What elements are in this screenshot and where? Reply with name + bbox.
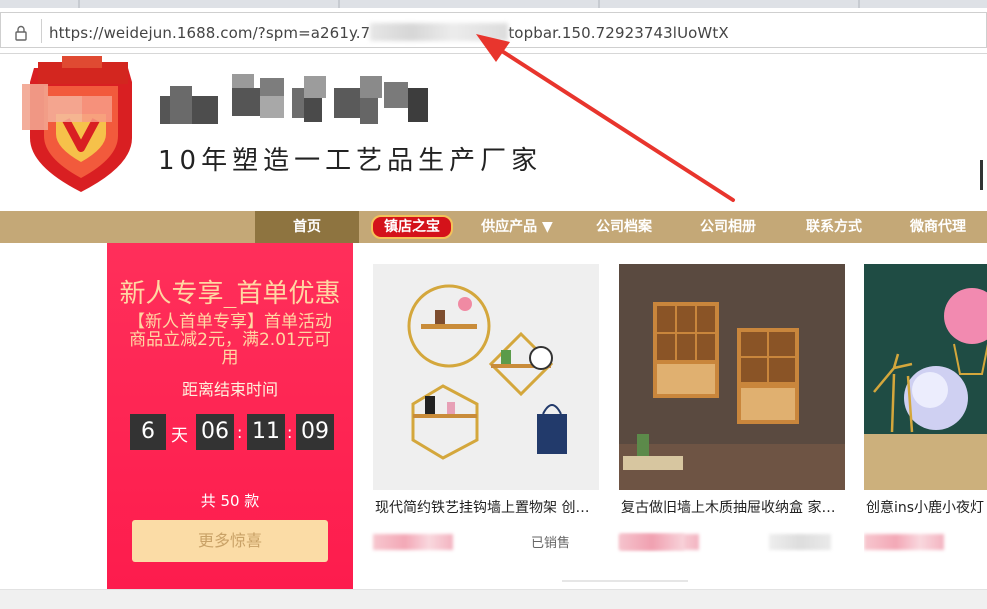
product-price-redacted: [373, 534, 453, 550]
wooden-drawer-image: [619, 264, 845, 490]
product-price-redacted: [864, 534, 944, 550]
url-redacted: [370, 23, 509, 41]
countdown-minutes: 11: [247, 414, 285, 450]
shop-nav-bar: 首页 镇店之宝 供应产品 ▼ 公司档案 公司相册 联系方式 微商代理: [0, 211, 987, 243]
product-title[interactable]: 现代简约铁艺挂钩墙上置物架 创意墙面装饰: [375, 497, 601, 517]
nav-wechat-agent[interactable]: 微商代理: [888, 211, 987, 243]
nav-treasure[interactable]: 镇店之宝: [363, 211, 461, 243]
nav-contact[interactable]: 联系方式: [784, 211, 884, 243]
nav-home[interactable]: 首页: [255, 211, 359, 243]
countdown-hours: 06: [196, 414, 234, 450]
countdown-days: 6: [130, 414, 166, 450]
page-bottom-bar: [0, 589, 987, 609]
nav-company-album[interactable]: 公司相册: [678, 211, 778, 243]
product-sales-redacted: [769, 534, 831, 550]
promo-description: 【新人首单专享】首单活动商品立减2元，满2.01元可用: [128, 312, 332, 368]
tab-divider: [338, 0, 340, 8]
shop-logo[interactable]: [22, 56, 140, 194]
product-image[interactable]: [864, 264, 987, 490]
url-text[interactable]: https://weidejun.1688.com/?spm=a261y.7 to…: [49, 23, 729, 42]
clipped-text-fragment: [978, 160, 987, 190]
countdown-colon: :: [237, 423, 243, 442]
product-card[interactable]: 创意ins小鹿小夜灯: [864, 264, 987, 554]
url-separator: [41, 19, 42, 43]
countdown-seconds: 09: [296, 414, 334, 450]
tab-divider: [858, 0, 860, 8]
shop-name-redacted: [158, 68, 430, 132]
tab-divider: [598, 0, 600, 8]
lock-icon[interactable]: [15, 25, 27, 41]
countdown-label: 距离结束时间: [181, 380, 278, 399]
nav-company-archive[interactable]: 公司档案: [574, 211, 674, 243]
product-image[interactable]: [373, 264, 599, 490]
wall-shelf-image: [373, 264, 599, 490]
product-price-redacted: [620, 534, 684, 550]
product-title[interactable]: 创意ins小鹿小夜灯: [866, 497, 987, 517]
divider: [562, 580, 688, 582]
nav-products-dropdown[interactable]: 供应产品 ▼: [462, 211, 572, 243]
product-card[interactable]: 复古做旧墙上木质抽屉收纳盒 家居装饰: [619, 264, 847, 554]
promo-item-count: 共 50 款: [200, 492, 260, 510]
countdown-day-unit: 天: [171, 426, 188, 446]
deer-night-light-image: [864, 264, 987, 490]
product-card[interactable]: 现代简约铁艺挂钩墙上置物架 创意墙面装饰: [373, 264, 601, 554]
countdown-colon: :: [287, 423, 293, 442]
tab-divider: [78, 0, 80, 8]
address-bar: https://weidejun.1688.com/?spm=a261y.7 to…: [0, 8, 987, 54]
new-user-promo-panel: 新人专享_首单优惠 【新人首单专享】首单活动商品立减2元，满2.01元可用 距离…: [107, 243, 353, 589]
treasure-badge: 镇店之宝: [371, 215, 453, 239]
browser-tab-strip: [0, 0, 987, 8]
shop-slogan: 10年塑造一工艺品生产厂家: [158, 146, 543, 176]
shop-header: 10年塑造一工艺品生产厂家: [0, 54, 987, 211]
product-title[interactable]: 复古做旧墙上木质抽屉收纳盒 家居装饰: [621, 497, 847, 517]
product-sales-label: 已销售: [531, 536, 571, 551]
more-surprises-button[interactable]: 更多惊喜: [132, 520, 328, 562]
product-image[interactable]: [619, 264, 845, 490]
url-prefix: https://weidejun.1688.com/?spm=a261y.7: [49, 24, 371, 42]
promo-title: 新人专享_首单优惠: [119, 279, 341, 309]
url-field[interactable]: https://weidejun.1688.com/?spm=a261y.7 to…: [0, 12, 987, 48]
url-suffix: topbar.150.72923743lUoWtX: [508, 24, 729, 42]
